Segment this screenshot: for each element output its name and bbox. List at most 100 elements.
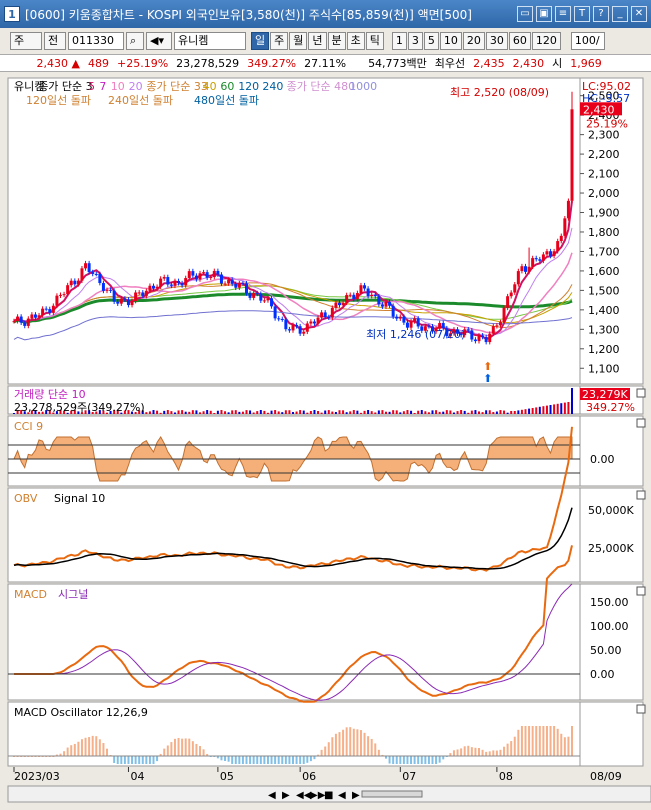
- volume-subtitle: 23,278,529주(349.27%): [14, 401, 145, 414]
- stock-chart[interactable]: 2,5002,4002,3002,2002,1002,0001,9001,800…: [0, 74, 651, 810]
- toolbar: 주 전 011330 ⌕ ◀▾ 유니켐 일주월년분초틱 1 3 5 10 20 30 60 1…: [0, 30, 651, 52]
- candle-body: [524, 266, 527, 272]
- osc-bar: [284, 756, 287, 764]
- x-axis-right-label: 08/09: [590, 770, 622, 783]
- price-legend-3: 7: [99, 80, 106, 93]
- osc-bar: [259, 756, 262, 764]
- period-button-초[interactable]: 초: [346, 32, 365, 50]
- osc-bar: [528, 726, 531, 756]
- osc-bar: [463, 746, 466, 756]
- osc-bar: [342, 729, 345, 756]
- scroll-button[interactable]: ▶: [352, 790, 360, 801]
- volume-bar: [359, 412, 362, 414]
- candle-body: [270, 298, 274, 307]
- price-tick: 1,800: [588, 226, 620, 239]
- candle-body: [473, 339, 477, 342]
- volume-bar: [567, 402, 570, 414]
- price-tick: 1,100: [588, 362, 620, 375]
- volume-bar: [478, 411, 480, 414]
- interval-button-1[interactable]: 1: [391, 32, 407, 50]
- osc-bar: [120, 756, 123, 764]
- market-select[interactable]: 주: [10, 32, 42, 50]
- window-control-2[interactable]: ≡: [555, 6, 571, 22]
- open-label: 시: [552, 57, 563, 70]
- stock-name-field[interactable]: 유니켐: [174, 32, 246, 50]
- code-input[interactable]: 011330: [68, 32, 124, 50]
- zoom-slider[interactable]: [361, 790, 423, 798]
- volume-bar: [545, 405, 548, 414]
- volume-bar: [184, 411, 187, 414]
- candle-body: [177, 280, 181, 284]
- osc-bar: [324, 746, 327, 756]
- volume-bar: [309, 410, 312, 414]
- candle-body: [248, 293, 252, 298]
- candle-body: [305, 323, 309, 332]
- volume-bar: [549, 405, 552, 414]
- osc-bar: [241, 756, 244, 764]
- candle-body: [470, 330, 474, 340]
- turnover-ratio: 27.11%: [304, 56, 347, 70]
- period-button-일[interactable]: 일: [251, 32, 270, 50]
- volume-bar: [191, 410, 194, 414]
- search-icon[interactable]: ⌕: [126, 32, 144, 50]
- volume-title: 거래량 단순 10: [14, 388, 86, 401]
- osc-bar: [106, 748, 108, 756]
- price-tick: 1,200: [588, 343, 620, 356]
- interval-button-5[interactable]: 5: [423, 32, 439, 50]
- volume-bar: [424, 411, 427, 414]
- candle-body: [76, 280, 80, 285]
- osc-bar: [309, 756, 312, 762]
- period-button-년[interactable]: 년: [308, 32, 327, 50]
- count-input[interactable]: 100/: [570, 32, 605, 50]
- osc-bar: [417, 756, 420, 764]
- interval-button-120[interactable]: 120: [531, 32, 561, 50]
- osc-bar: [485, 751, 488, 756]
- interval-button-20[interactable]: 20: [462, 32, 485, 50]
- osc-bar: [499, 749, 502, 756]
- osc-bar: [345, 727, 348, 756]
- window-control-0[interactable]: ▭: [517, 6, 533, 22]
- scroll-button[interactable]: ◀: [268, 790, 276, 801]
- window-control-3[interactable]: T: [574, 6, 590, 22]
- period-button-틱[interactable]: 틱: [365, 32, 384, 50]
- candle-body: [173, 280, 177, 286]
- window-control-4[interactable]: ?: [593, 6, 609, 22]
- osc-bar: [567, 736, 570, 756]
- osc-bar: [424, 756, 427, 764]
- scope-select[interactable]: 전: [44, 32, 66, 50]
- scroll-button[interactable]: ◀: [338, 790, 346, 801]
- interval-button-60[interactable]: 60: [508, 32, 531, 50]
- volume-bar: [406, 410, 409, 414]
- scroll-button[interactable]: ■: [324, 790, 333, 801]
- volume-bar: [320, 412, 323, 414]
- volume-bar: [349, 411, 352, 414]
- candle-body: [116, 301, 120, 304]
- volume-bar: [438, 411, 441, 414]
- period-button-분[interactable]: 분: [327, 32, 346, 50]
- scroll-button[interactable]: ▶: [282, 790, 290, 801]
- osc-bar: [356, 729, 359, 756]
- osc-bar: [116, 756, 119, 764]
- speaker-icon[interactable]: ◀▾: [146, 32, 172, 50]
- interval-button-10[interactable]: 10: [439, 32, 462, 50]
- candle-body: [212, 270, 216, 278]
- interval-button-3[interactable]: 3: [407, 32, 423, 50]
- window-control-5[interactable]: _: [612, 6, 628, 22]
- period-button-주[interactable]: 주: [270, 32, 289, 50]
- candle-body: [280, 318, 284, 320]
- osc-bar: [560, 733, 563, 756]
- period-button-월[interactable]: 월: [289, 32, 308, 50]
- window-control-1[interactable]: ▣: [536, 6, 552, 22]
- volume-bar: [367, 410, 370, 414]
- candle-body: [80, 268, 84, 281]
- candle-body: [345, 295, 349, 303]
- volume-bar: [152, 410, 155, 414]
- candle-body: [363, 285, 367, 289]
- candle-body: [466, 329, 470, 331]
- candle-body: [377, 296, 381, 305]
- window-control-6[interactable]: ✕: [631, 6, 647, 22]
- volume-bar: [531, 408, 534, 414]
- osc-bar: [113, 756, 116, 764]
- interval-button-30[interactable]: 30: [485, 32, 508, 50]
- candle-body: [109, 289, 113, 291]
